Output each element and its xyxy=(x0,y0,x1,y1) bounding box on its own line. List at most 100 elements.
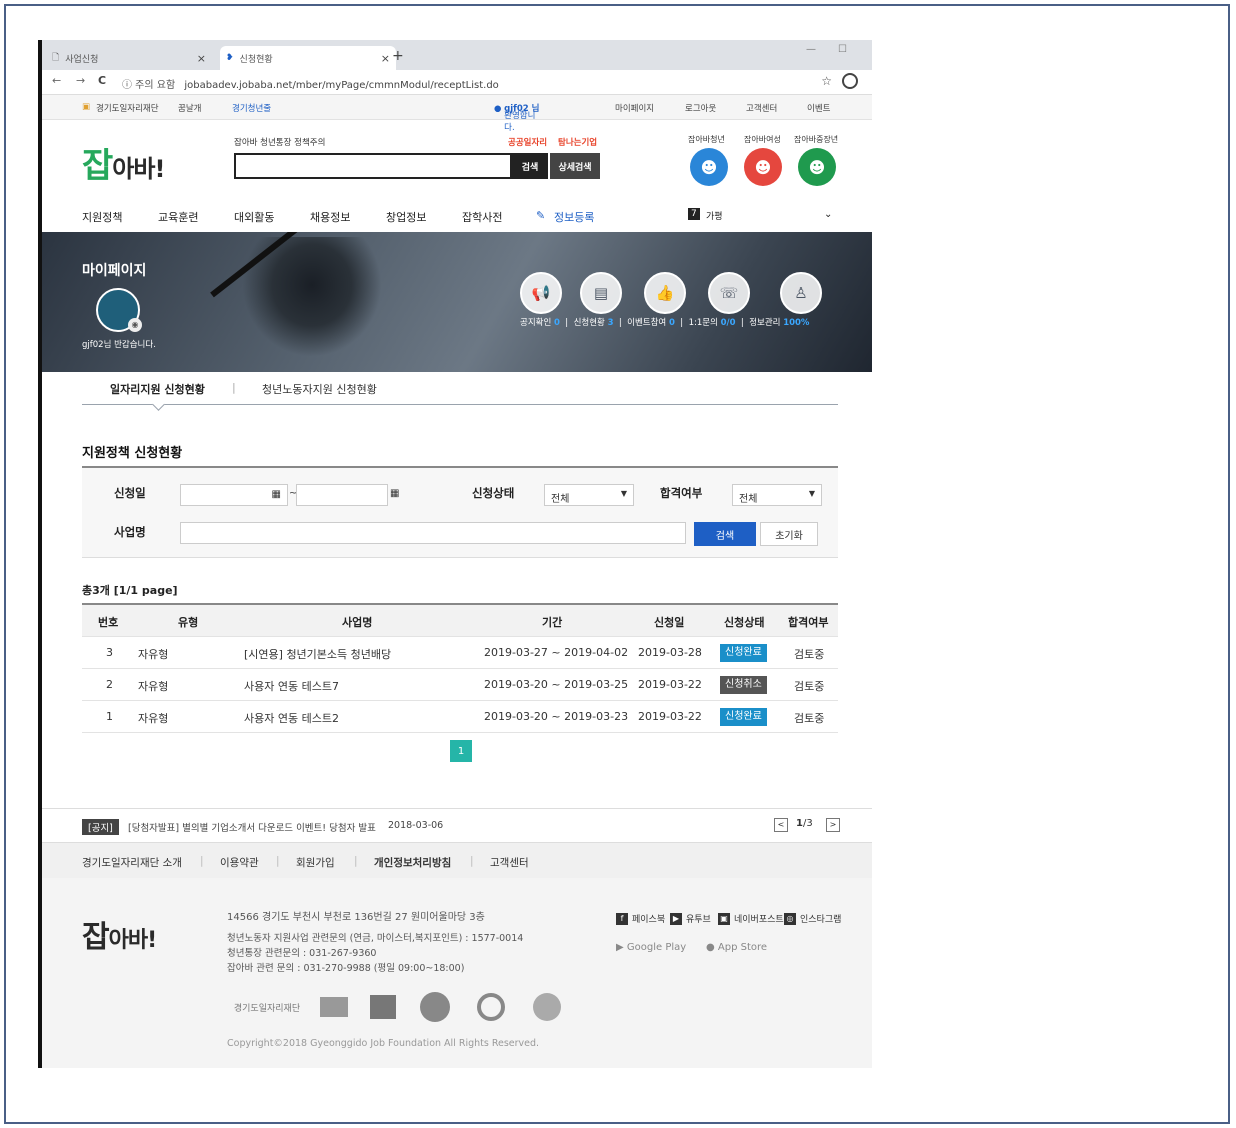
document-icon[interactable]: ▤ xyxy=(580,272,622,314)
footer-join-link[interactable]: 회원가입 xyxy=(296,855,335,870)
util-event-link[interactable]: 이벤트 xyxy=(807,102,830,114)
application-table: 번호 유형 사업명 기간 신청일 신청상태 합격여부 3 자유형 [시연용] 청… xyxy=(82,603,838,733)
util-dream-link[interactable]: 꿈날개 xyxy=(178,102,201,114)
footer-terms-link[interactable]: 이용약관 xyxy=(220,855,259,870)
public-jobs-link[interactable]: 공공일자리 xyxy=(508,136,547,148)
footer-divider: | xyxy=(354,855,358,867)
stat-profile[interactable]: 정보관리 100% xyxy=(749,318,809,328)
util-foundation-link[interactable]: 경기도일자리재단 xyxy=(96,102,159,114)
util-mypage-link[interactable]: 마이페이지 xyxy=(615,102,654,114)
stat-events[interactable]: 이벤트참여 0 xyxy=(627,318,675,328)
search-input[interactable] xyxy=(234,153,512,179)
women-avatar-icon[interactable]: ☻ xyxy=(744,148,782,186)
util-support-link[interactable]: 고객센터 xyxy=(746,102,777,114)
pass-select[interactable]: 전체 ▼ xyxy=(732,484,822,506)
notice-tag: [공지] xyxy=(82,819,119,835)
camera-icon[interactable]: ◉ xyxy=(128,318,142,332)
chevron-right-icon[interactable]: > xyxy=(826,818,840,832)
row-project-link[interactable]: 사용자 연동 테스트7 xyxy=(244,678,339,694)
notice-date: 2018-03-06 xyxy=(388,820,444,831)
youtube-link[interactable]: ▶ 유투브 xyxy=(670,912,711,925)
thumbs-up-icon[interactable]: 👍 xyxy=(644,272,686,314)
nav-education[interactable]: 교육훈련 xyxy=(158,209,198,225)
page-icon: 🗋 xyxy=(52,53,60,63)
phone-chat-icon[interactable]: ☏ xyxy=(708,272,750,314)
stat-notice[interactable]: 공지확인 0 xyxy=(520,318,560,328)
bookmark-star-icon[interactable]: ☆ xyxy=(821,74,832,88)
new-tab-button[interactable]: + xyxy=(392,48,404,64)
calendar-icon[interactable]: ▦ xyxy=(272,489,281,500)
status-select[interactable]: 전체 ▼ xyxy=(544,484,634,506)
end-date-input[interactable] xyxy=(296,484,388,506)
row-project-link[interactable]: 사용자 연동 테스트2 xyxy=(244,710,339,726)
user-icon[interactable]: ♙ xyxy=(780,272,822,314)
calendar-icon[interactable]: ▦ xyxy=(390,488,399,499)
partner-foundation-logo[interactable]: 경기도일자리재단 xyxy=(227,992,307,1022)
tab-job-support[interactable]: 일자리지원 신청현황 xyxy=(110,381,205,397)
table-row[interactable]: 3 자유형 [시연용] 청년기본소득 청년배당 2019-03-27 ~ 201… xyxy=(82,637,838,669)
util-logout-link[interactable]: 로그아웃 xyxy=(685,102,716,114)
start-date-input[interactable]: ▦ xyxy=(180,484,288,506)
back-icon[interactable]: ← xyxy=(52,74,61,87)
maximize-icon[interactable]: ☐ xyxy=(838,44,847,55)
footer-support-link[interactable]: 고객센터 xyxy=(490,855,529,870)
stat-inquiry[interactable]: 1:1문의 0/0 xyxy=(689,318,736,328)
chevron-down-icon[interactable]: ⌄ xyxy=(824,209,832,220)
site-logo[interactable]: 잡아바! xyxy=(82,138,165,187)
good-company-link[interactable]: 탐나는기업 xyxy=(558,136,597,148)
project-name-input[interactable] xyxy=(180,522,686,544)
nav-activities[interactable]: 대외활동 xyxy=(234,209,274,225)
nav-register[interactable]: 정보등록 xyxy=(554,209,594,225)
forward-icon[interactable]: → xyxy=(76,74,85,87)
instagram-link[interactable]: ◎ 인스타그램 xyxy=(784,912,841,925)
util-youth-link[interactable]: 경기청년줄 xyxy=(232,102,271,114)
nav-jobs[interactable]: 채용정보 xyxy=(310,209,350,225)
close-icon[interactable]: × xyxy=(197,52,206,65)
nav-dictionary[interactable]: 잡학사전 xyxy=(462,209,502,225)
partner-logo[interactable] xyxy=(318,992,350,1022)
foundation-icon: ▣ xyxy=(82,102,91,112)
stat-applications[interactable]: 신청현황 3 xyxy=(574,318,614,328)
senior-avatar-icon[interactable]: ☻ xyxy=(798,148,836,186)
url-field[interactable]: ⓘ 주의 요함 jobabadev.jobaba.net/mber/myPage… xyxy=(122,76,499,91)
filter-reset-button[interactable]: 초기화 xyxy=(760,522,818,546)
reload-icon[interactable]: C xyxy=(98,74,106,87)
footer-privacy-link[interactable]: 개인정보처리방침 xyxy=(374,855,451,870)
header-links[interactable]: 잡아바 청년통장 정책주의 xyxy=(234,136,325,148)
app-store-link[interactable]: ● App Store xyxy=(706,942,767,953)
security-warning[interactable]: ⓘ 주의 요함 xyxy=(122,80,175,91)
table-row[interactable]: 1 자유형 사용자 연동 테스트2 2019-03-20 ~ 2019-03-2… xyxy=(82,701,838,733)
filter-search-button[interactable]: 검색 xyxy=(694,522,756,546)
tab-application[interactable]: 🗋 사업신청 × xyxy=(52,46,212,70)
status-label: 신청상태 xyxy=(472,486,515,500)
nav-startup[interactable]: 창업정보 xyxy=(386,209,426,225)
profile-avatar[interactable]: ◉ xyxy=(96,288,142,332)
table-row[interactable]: 2 자유형 사용자 연동 테스트7 2019-03-20 ~ 2019-03-2… xyxy=(82,669,838,701)
edit-icon: ✎ xyxy=(536,209,546,222)
close-icon[interactable]: × xyxy=(381,52,390,65)
account-icon[interactable] xyxy=(842,73,858,89)
megaphone-icon[interactable]: 📢 xyxy=(520,272,562,314)
facebook-link[interactable]: f 페이스북 xyxy=(616,912,665,925)
tab-status[interactable]: ❥ 신청현황 × xyxy=(220,46,396,70)
row-period: 2019-03-20 ~ 2019-03-23 xyxy=(484,710,629,723)
row-project-link[interactable]: [시연용] 청년기본소득 청년배당 xyxy=(244,646,391,662)
partner-logo[interactable] xyxy=(368,992,398,1022)
nav-policy[interactable]: 지원정책 xyxy=(82,209,122,225)
notice-link[interactable]: [당첨자발표] 별의별 기업소개서 다운로드 이벤트! 당첨자 발표 xyxy=(128,820,376,834)
footer-about-link[interactable]: 경기도일자리재단 소개 xyxy=(82,855,182,870)
page-button-current[interactable]: 1 xyxy=(450,740,472,762)
chevron-left-icon[interactable]: < xyxy=(774,818,788,832)
tab-young-worker[interactable]: 청년노동자지원 신청현황 xyxy=(262,381,377,397)
search-button[interactable]: 검색 xyxy=(512,153,548,179)
youth-avatar-icon[interactable]: ☻ xyxy=(690,148,728,186)
hero-title: 마이페이지 xyxy=(82,263,147,279)
google-play-link[interactable]: ▶ Google Play xyxy=(616,942,686,953)
partner-logo[interactable] xyxy=(418,992,452,1022)
partner-logo[interactable] xyxy=(474,992,508,1022)
detail-search-button[interactable]: 상세검색 xyxy=(550,153,600,179)
naver-post-link[interactable]: ▣ 네이버포스트 xyxy=(718,912,784,925)
partner-logo[interactable] xyxy=(530,992,564,1022)
minimize-icon[interactable]: — xyxy=(806,44,816,55)
status-select-value: 전체 xyxy=(551,494,570,505)
